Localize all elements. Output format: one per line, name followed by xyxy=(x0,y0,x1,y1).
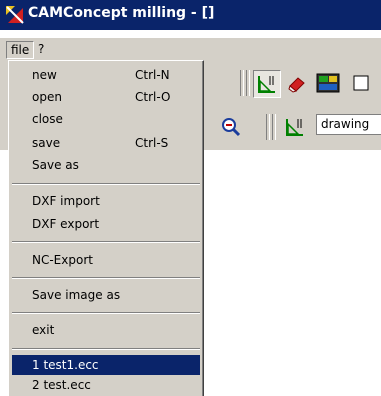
file-menu-dropdown: new Ctrl-N open Ctrl-O close save Ctrl-S… xyxy=(8,60,204,396)
menu-item-label: 2 test.ecc xyxy=(32,378,91,392)
menu-item-label: Save image as xyxy=(32,288,121,302)
menu-item-label: 1 test1.ecc xyxy=(32,358,99,372)
menu-item-dxf-import[interactable]: DXF import xyxy=(12,191,200,211)
app-icon xyxy=(5,5,25,25)
toolbar-button-partial[interactable] xyxy=(348,70,374,96)
menu-item-label: NC-Export xyxy=(32,253,93,267)
menu-item-shortcut: Ctrl-O xyxy=(135,90,171,104)
menu-separator xyxy=(12,241,200,243)
grid-snap-icon xyxy=(258,76,275,93)
menu-separator xyxy=(12,183,200,185)
menu-item-save-as[interactable]: Save as xyxy=(12,155,200,175)
zoom-out-button[interactable] xyxy=(218,114,244,140)
menu-item-shortcut: Ctrl-N xyxy=(135,68,170,82)
menu-item-new[interactable]: new Ctrl-N xyxy=(12,65,200,85)
menu-separator xyxy=(12,348,200,350)
menu-item-label: new xyxy=(32,68,57,82)
menu-item-close[interactable]: close xyxy=(12,109,200,129)
menu-item-nc-export[interactable]: NC-Export xyxy=(12,250,200,270)
toolbar-separator xyxy=(246,70,250,96)
ruler-icon xyxy=(286,119,303,136)
menu-item-label: open xyxy=(32,90,62,104)
zoom-out-icon xyxy=(222,118,241,137)
title-bar: CAMConcept milling - [] xyxy=(0,0,381,30)
menu-item-label: DXF import xyxy=(32,194,100,208)
toolbar-separator xyxy=(240,70,244,96)
window-title: CAMConcept milling - [] xyxy=(28,5,215,21)
grid-snap-button[interactable] xyxy=(253,70,281,98)
menu-item-label: exit xyxy=(32,323,55,337)
view-mode-combo[interactable]: drawing xyxy=(316,114,381,135)
frame-icon xyxy=(353,75,369,91)
cnc-display-button[interactable] xyxy=(315,70,341,96)
menu-item-recent-file-1[interactable]: 1 test1.ecc xyxy=(12,355,200,375)
toolbar-separator xyxy=(272,114,276,140)
menu-item-dxf-export[interactable]: DXF export xyxy=(12,214,200,234)
menu-separator xyxy=(12,312,200,314)
eraser-icon xyxy=(288,77,305,93)
menu-item-exit[interactable]: exit xyxy=(12,320,200,340)
menu-item-label: save xyxy=(32,136,61,150)
menu-separator xyxy=(12,277,200,279)
menu-item-shortcut: Ctrl-S xyxy=(135,136,169,150)
menu-item-label: Save as xyxy=(32,158,79,172)
cnc-display-icon xyxy=(316,73,340,93)
toolbar-separator xyxy=(266,114,270,140)
menu-item-label: DXF export xyxy=(32,217,100,231)
menu-item-label: close xyxy=(32,112,63,126)
eraser-button[interactable] xyxy=(284,70,310,96)
menu-item-recent-file-2[interactable]: 2 test.ecc xyxy=(12,375,200,395)
menu-item-open[interactable]: open Ctrl-O xyxy=(12,87,200,107)
menu-item-save[interactable]: save Ctrl-S xyxy=(12,133,200,153)
menu-item-save-image-as[interactable]: Save image as xyxy=(12,285,200,305)
ruler-button[interactable] xyxy=(282,114,308,140)
menu-file[interactable]: file xyxy=(6,41,35,59)
menu-bar: file ? xyxy=(0,38,381,60)
menu-help[interactable]: ? xyxy=(38,41,44,57)
